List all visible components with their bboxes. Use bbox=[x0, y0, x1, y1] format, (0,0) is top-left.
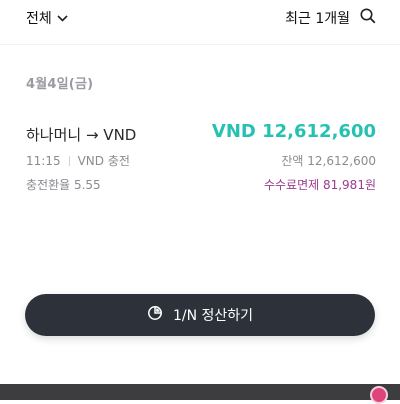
transaction-balance: 잔액 12,612,600 bbox=[281, 154, 376, 168]
transaction-time: 11:15 bbox=[26, 153, 61, 168]
transaction-fee: 수수료면제 81,981원 bbox=[263, 178, 376, 192]
top-bar: 전체 최근 1개월 bbox=[0, 0, 400, 36]
filter-label: 전체 bbox=[26, 11, 52, 27]
divider bbox=[0, 44, 400, 45]
period-search-button[interactable]: 최근 1개월 bbox=[285, 8, 376, 28]
floating-indicator[interactable] bbox=[370, 386, 388, 404]
transaction-item[interactable]: 하나머니 → VND VND 12,612,600 11:15 VND 충전 잔… bbox=[26, 120, 376, 200]
date-header: 4월4일(금) bbox=[26, 77, 94, 92]
split-pie-icon bbox=[147, 305, 163, 325]
search-icon[interactable] bbox=[360, 8, 376, 28]
transaction-meta: 11:15 VND 충전 bbox=[26, 152, 130, 169]
bottom-bar bbox=[0, 384, 400, 400]
transaction-rate: 충전환율 5.55 bbox=[26, 178, 101, 192]
settle-button-label: 1/N 정산하기 bbox=[172, 308, 254, 324]
transaction-type: VND 충전 bbox=[77, 154, 130, 168]
period-label: 최근 1개월 bbox=[285, 11, 350, 27]
filter-dropdown[interactable]: 전체 bbox=[26, 8, 68, 28]
meta-divider bbox=[68, 155, 70, 166]
chevron-down-icon bbox=[57, 14, 68, 22]
transaction-amount: VND 12,612,600 bbox=[211, 121, 376, 142]
settle-split-button[interactable]: 1/N 정산하기 bbox=[25, 294, 375, 336]
transaction-title: 하나머니 → VND bbox=[26, 126, 137, 144]
